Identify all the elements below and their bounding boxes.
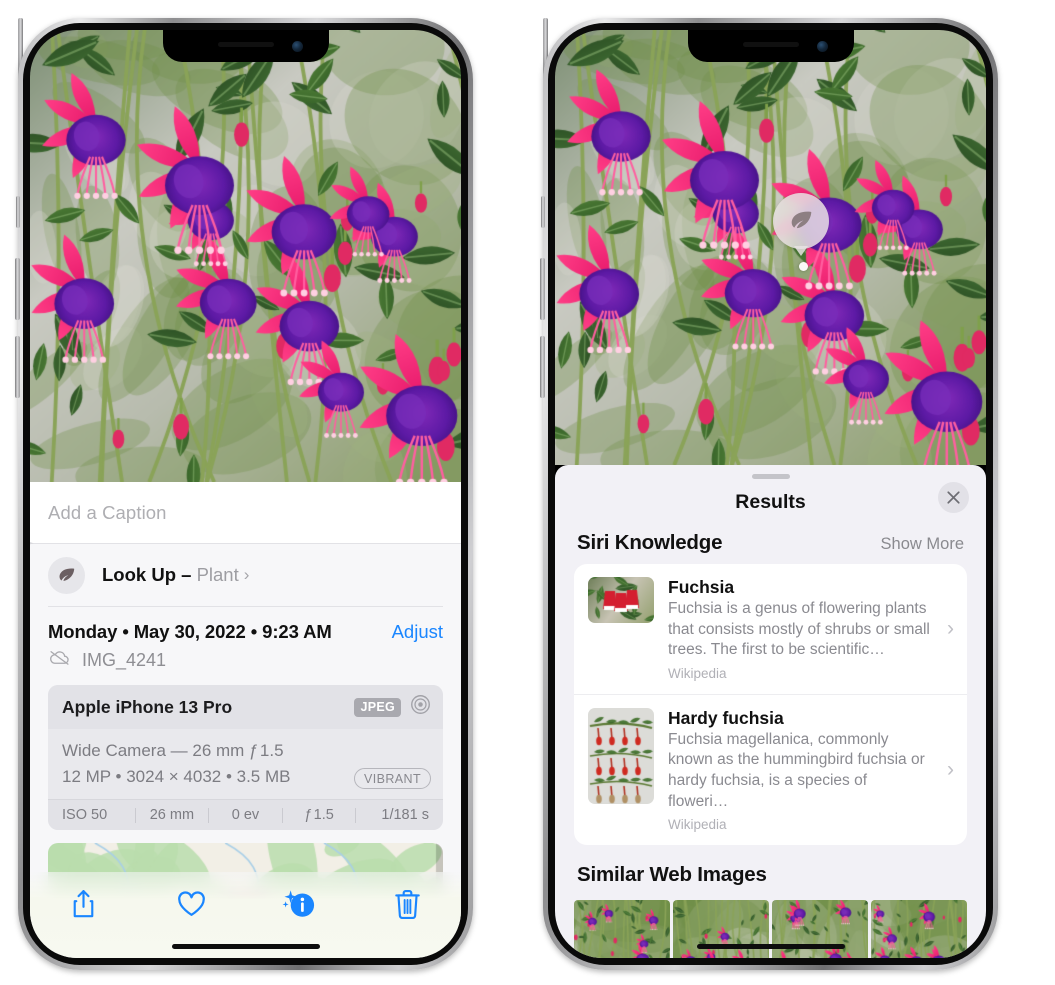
iphone-right: Results Siri Knowledge Show More Fuchsia… xyxy=(540,18,998,970)
notch xyxy=(687,30,854,62)
screenshot-stage: Add a Caption Look Up – Plant › Monday •… xyxy=(0,0,1055,985)
photo-viewer[interactable] xyxy=(30,30,461,482)
volume-up-button[interactable] xyxy=(15,258,20,320)
fuchsia-photo xyxy=(30,30,461,482)
date-row: Monday • May 30, 2022 • 9:23 AM Adjust xyxy=(30,607,461,645)
exif-card[interactable]: Apple iPhone 13 Pro JPEG Wide Camera — 2… xyxy=(48,685,443,830)
exif-iso: ISO 50 xyxy=(62,807,108,823)
siri-knowledge-header: Siri Knowledge Show More xyxy=(555,525,986,564)
result-description: Fuchsia is a genus of flowering plants t… xyxy=(668,600,930,659)
earpiece-speaker xyxy=(742,42,799,47)
volume-down-button[interactable] xyxy=(15,336,20,398)
result-body: Hardy fuchsia Fuchsia magellanica, commo… xyxy=(668,708,953,832)
format-badge: JPEG xyxy=(354,697,401,717)
visual-look-up-badge[interactable] xyxy=(773,193,829,256)
adjust-button[interactable]: Adjust xyxy=(392,621,443,643)
result-thumbnail xyxy=(588,707,654,804)
mute-switch[interactable] xyxy=(16,196,20,228)
photo-info-sheet: Add a Caption Look Up – Plant › Monday •… xyxy=(30,482,461,958)
look-up-anchor-dot xyxy=(799,262,808,271)
earpiece-speaker xyxy=(217,42,274,47)
web-image-thumbnail[interactable] xyxy=(673,900,769,958)
cloud-slash-icon xyxy=(48,649,71,671)
favorite-button[interactable] xyxy=(138,883,246,925)
home-indicator[interactable] xyxy=(171,944,320,949)
filename-row: IMG_4241 xyxy=(30,645,461,671)
web-image-thumbnail[interactable] xyxy=(574,900,670,958)
chevron-right-icon: › xyxy=(947,758,954,782)
result-source: Wikipedia xyxy=(668,817,727,833)
result-body: Fuchsia Fuchsia is a genus of flowering … xyxy=(668,577,953,681)
screen-left: Add a Caption Look Up – Plant › Monday •… xyxy=(30,30,461,958)
siri-knowledge-title: Siri Knowledge xyxy=(577,531,723,554)
web-image-thumbnail[interactable] xyxy=(772,900,868,958)
volume-up-button[interactable] xyxy=(540,258,545,320)
caption-placeholder[interactable]: Add a Caption xyxy=(48,502,167,524)
caption-field-row[interactable]: Add a Caption xyxy=(30,482,461,544)
web-image-thumbnail[interactable] xyxy=(871,900,967,958)
similar-web-images-strip xyxy=(555,900,986,958)
result-source: Wikipedia xyxy=(668,665,727,681)
photographic-style-badge: VIBRANT xyxy=(354,768,431,789)
share-button[interactable] xyxy=(30,883,138,925)
iphone-left: Add a Caption Look Up – Plant › Monday •… xyxy=(15,18,473,970)
results-header: Results xyxy=(555,479,986,525)
similar-web-images-header: Similar Web Images xyxy=(555,845,986,896)
screen-right: Results Siri Knowledge Show More Fuchsia… xyxy=(555,30,986,958)
close-icon[interactable] xyxy=(938,482,969,513)
result-thumbnail xyxy=(588,577,654,623)
leaf-icon xyxy=(48,556,85,594)
similar-web-images-title: Similar Web Images xyxy=(577,863,767,887)
volume-down-button[interactable] xyxy=(540,336,545,398)
exif-ev: 0 ev xyxy=(231,807,260,823)
exif-shutter: 1/181 s xyxy=(381,807,429,823)
mute-switch[interactable] xyxy=(541,196,545,228)
filename-text: IMG_4241 xyxy=(82,649,167,670)
chevron-right-icon: › xyxy=(947,616,954,640)
look-up-label: Look Up – Plant xyxy=(102,564,239,586)
front-camera-icon xyxy=(291,41,303,52)
notch xyxy=(162,30,329,62)
exif-focal: 26 mm xyxy=(149,807,195,823)
show-more-button[interactable]: Show More xyxy=(881,535,964,554)
exif-aperture: ƒ 1.5 xyxy=(304,807,334,823)
exif-header: Apple iPhone 13 Pro JPEG xyxy=(48,685,443,729)
look-up-subject: Plant xyxy=(196,564,239,585)
look-up-prefix: Look Up – xyxy=(102,564,197,585)
result-title: Fuchsia xyxy=(668,577,735,597)
chevron-right-icon: › xyxy=(243,565,250,584)
delete-button[interactable] xyxy=(353,883,461,925)
list-item[interactable]: Hardy fuchsia Fuchsia magellanica, commo… xyxy=(574,693,967,845)
camera-model: Apple iPhone 13 Pro xyxy=(62,696,233,717)
photo-viewer[interactable] xyxy=(555,30,986,465)
results-sheet: Results Siri Knowledge Show More Fuchsia… xyxy=(555,465,986,958)
list-item[interactable]: Fuchsia Fuchsia is a genus of flowering … xyxy=(574,564,967,694)
aperture-icon xyxy=(410,694,431,720)
siri-knowledge-card: Fuchsia Fuchsia is a genus of flowering … xyxy=(574,564,967,846)
lens-info: Wide Camera — 26 mm ƒ 1.5 xyxy=(62,741,284,760)
results-title: Results xyxy=(735,490,806,513)
capture-date: Monday • May 30, 2022 • 9:23 AM xyxy=(48,621,332,642)
badge-tail xyxy=(794,246,808,256)
result-title: Hardy fuchsia xyxy=(668,707,784,728)
info-button[interactable] xyxy=(246,883,354,925)
exif-stats-row: ISO 50 26 mm 0 ev ƒ 1.5 1/181 s xyxy=(48,799,443,830)
result-description: Fuchsia magellanica, commonly known as t… xyxy=(668,730,925,810)
home-indicator[interactable] xyxy=(696,944,845,949)
front-camera-icon xyxy=(816,41,828,52)
fuchsia-photo xyxy=(555,30,986,465)
exif-body: Wide Camera — 26 mm ƒ 1.5 12 MP • 3024 ×… xyxy=(48,729,443,799)
look-up-row[interactable]: Look Up – Plant › xyxy=(30,542,461,606)
